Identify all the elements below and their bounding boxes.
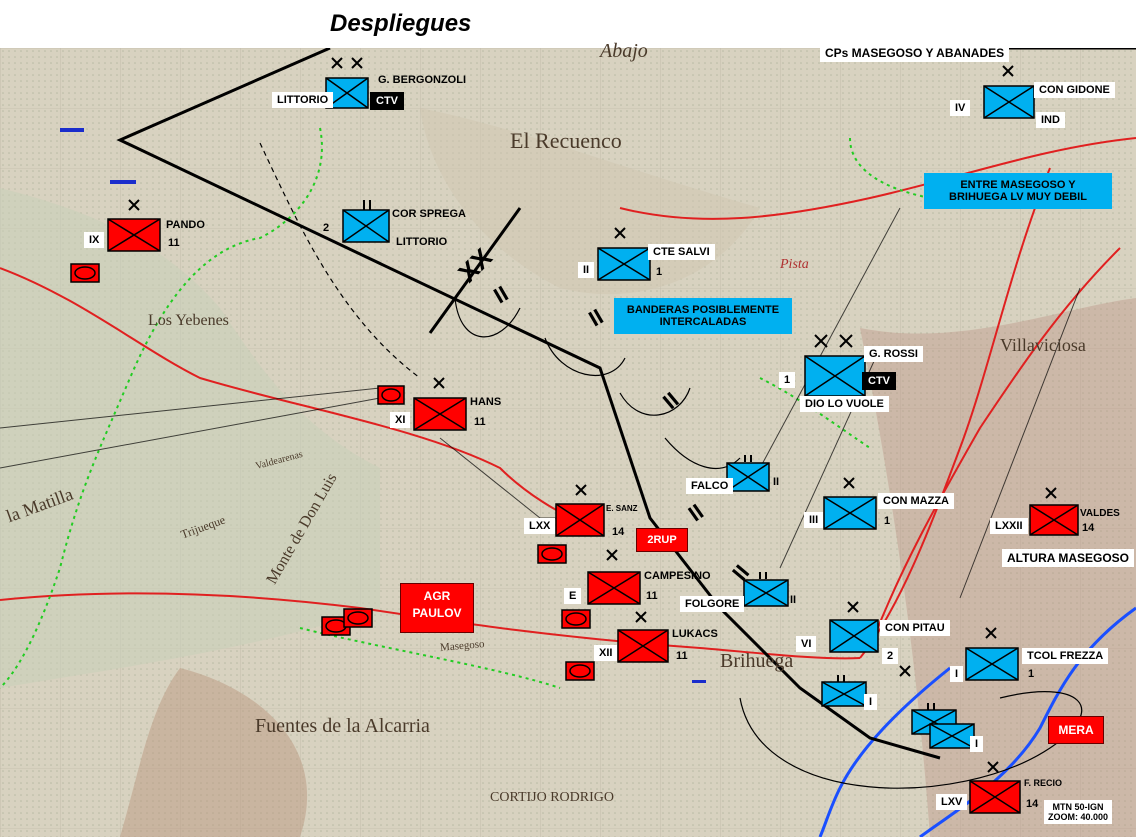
label-lxx: LXX (524, 518, 556, 534)
label-pando-11: 11 (168, 237, 180, 249)
label-hans-11: 11 (474, 416, 486, 428)
label-mazza-1: 1 (884, 515, 891, 527)
label-lxv: LXV (936, 794, 968, 810)
place-pista: Pista (780, 257, 809, 272)
label-littorio-1: LITTORIO (272, 92, 334, 108)
note-banderas: BANDERAS POSIBLEMENTE INTERCALADAS (614, 298, 792, 334)
label-dio: DIO LO VUOLE (800, 396, 889, 412)
label-hans: HANS (470, 396, 502, 408)
place-villaviciosa: Villaviciosa (1000, 335, 1086, 355)
label-ctv-1: CTV (370, 92, 404, 110)
label-folgore-ii: II (790, 594, 797, 606)
label-gidone: CON GIDONE (1034, 82, 1115, 98)
place-abajo: Abajo (600, 40, 648, 62)
note-agr-paulov: AGR PAULOV (400, 583, 474, 633)
scale-info: MTN 50-IGN ZOOM: 40.000 (1044, 800, 1113, 824)
label-pitau-2: 2 (882, 648, 899, 664)
place-cortijo: CORTIJO RODRIGO (490, 790, 614, 805)
label-frezza: TCOL FREZZA (1022, 648, 1109, 664)
place-brihuega: Brihuega (720, 650, 794, 672)
label-campesino: CAMPESINO (644, 570, 711, 582)
label-spregna-2: 2 (323, 222, 330, 234)
label-falco-ii: II (773, 476, 780, 488)
label-i-b: I (970, 736, 984, 752)
label-xii: XII (594, 645, 618, 661)
label-frezza-1: 1 (1028, 668, 1035, 680)
label-frezza-i: I (950, 666, 964, 682)
label-lukacs-11: 11 (676, 650, 688, 662)
label-bergonzoli: G. BERGONZOLI (378, 74, 466, 86)
label-ind: IND (1036, 112, 1065, 128)
label-pitau: CON PITAU (880, 620, 950, 636)
label-i-a: I (864, 694, 878, 710)
map-title: Despliegues (330, 10, 472, 37)
label-lxxii: LXXII (990, 518, 1028, 534)
label-salvi-ii: II (578, 262, 595, 278)
label-rossi: G. ROSSI (864, 346, 923, 362)
label-lxx-14: 14 (612, 526, 625, 538)
label-campesino-11: 11 (646, 590, 658, 602)
label-littorio-2: LITTORIO (396, 236, 448, 248)
label-e: E (564, 588, 582, 604)
label-ix: IX (84, 232, 105, 248)
scale-line-1: MTN 50-IGN (1052, 802, 1104, 812)
label-lxv-14: 14 (1026, 798, 1039, 810)
note-cps: CPs MASEGOSO Y ABANADES (820, 44, 1010, 62)
label-vi: VI (796, 636, 817, 652)
map-canvas (0, 48, 1136, 837)
label-xi: XI (390, 412, 411, 428)
label-salvi-1: 1 (656, 266, 663, 278)
note-mera: MERA (1048, 716, 1104, 744)
label-spregna: COR SPREGA (392, 208, 466, 220)
note-agr-paulov-text: AGR PAULOV (412, 589, 462, 620)
label-iv: IV (950, 100, 971, 116)
label-esanz: E. SANZ (606, 504, 638, 513)
label-folgore: FOLGORE (680, 596, 745, 612)
label-rossi-1: 1 (779, 372, 796, 388)
label-falco: FALCO (686, 478, 734, 494)
label-salvi: CTE SALVI (648, 244, 715, 260)
label-lxxii-14: 14 (1082, 522, 1095, 534)
label-pando: PANDO (166, 219, 205, 231)
note-entre: ENTRE MASEGOSO Y BRIHUEGA LV MUY DEBIL (924, 173, 1112, 209)
label-lukacs: LUKACS (672, 628, 718, 640)
scale-line-2: ZOOM: 40.000 (1048, 812, 1109, 822)
label-mazza-iii: III (804, 512, 824, 528)
place-el-recuenco: El Recuenco (510, 128, 622, 153)
note-2rup: 2RUP (636, 528, 688, 552)
place-los-yebenes: Los Yebenes (148, 312, 229, 329)
place-fuentes: Fuentes de la Alcarria (255, 715, 430, 737)
label-ctv-2: CTV (862, 372, 896, 390)
label-mazza: CON MAZZA (878, 493, 954, 509)
note-altura: ALTURA MASEGOSO (1002, 549, 1134, 567)
label-valdes: VALDES (1080, 508, 1120, 519)
label-frecio: F. RECIO (1024, 778, 1063, 788)
